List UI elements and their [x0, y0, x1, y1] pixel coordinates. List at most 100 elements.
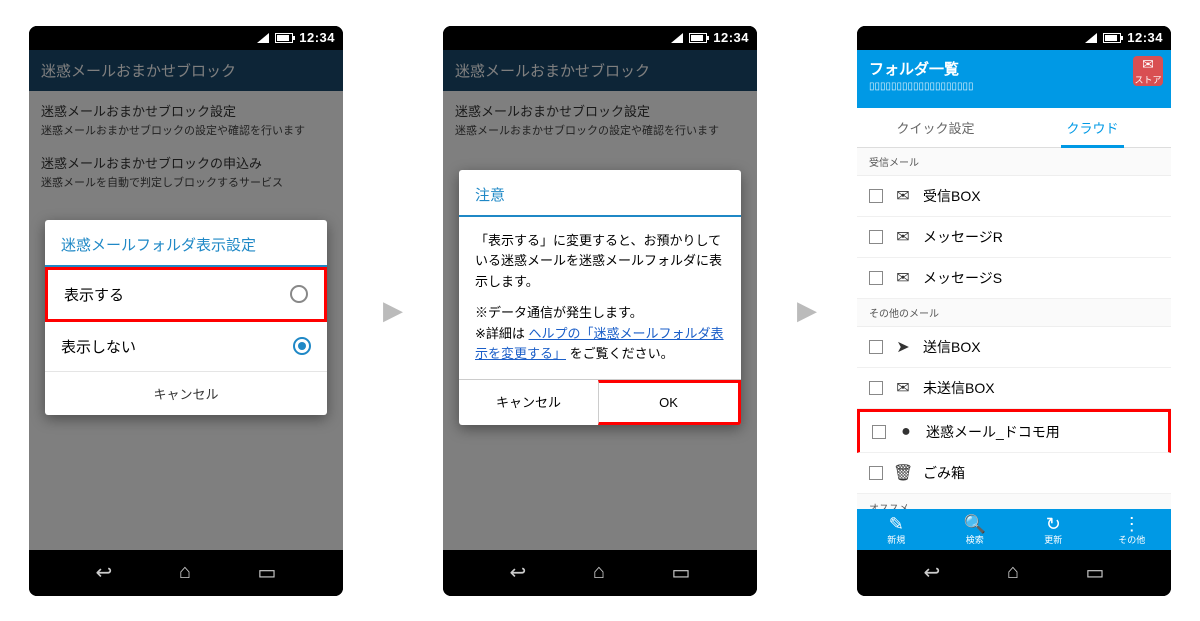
folder-unsent[interactable]: ✉ 未送信BOX: [857, 368, 1171, 409]
envelope-icon: ✉: [893, 268, 913, 288]
dialog-body: 「表示する」に変更すると、お預かりしている迷惑メールを迷惑メールフォルダに表示し…: [459, 217, 741, 380]
bottom-new[interactable]: ✎ 新規: [857, 509, 936, 550]
dialog-actions: キャンセル OK: [459, 379, 741, 425]
dialog-title: 注意: [459, 170, 741, 217]
send-icon: ➤: [893, 337, 913, 357]
store-icon[interactable]: ✉ ストア: [1133, 56, 1163, 86]
android-nav-bar: ↩ ⌂ ▭: [29, 550, 343, 596]
signal-icon: [1085, 33, 1097, 43]
radio-icon: [290, 285, 308, 303]
folder-label: メッセージS: [923, 268, 1002, 288]
option-hide-label: 表示しない: [61, 336, 136, 357]
back-icon[interactable]: ↩: [924, 560, 941, 585]
home-icon[interactable]: ⌂: [179, 561, 191, 584]
phone-1: 12:34 迷惑メールおまかせブロック 迷惑メールおまかせブロック設定 迷惑メー…: [29, 26, 343, 596]
refresh-icon: ↻: [1014, 515, 1093, 533]
draft-icon: ✉: [893, 378, 913, 398]
radio-icon: [293, 337, 311, 355]
more-icon: ⋮: [1093, 515, 1172, 533]
folder-label: メッセージR: [923, 227, 1003, 247]
folder-message-s[interactable]: ✉ メッセージS: [857, 258, 1171, 299]
recent-icon[interactable]: ▭: [672, 560, 691, 585]
folder-spam[interactable]: ● 迷惑メール_ドコモ用: [857, 409, 1171, 453]
screen-3: フォルダ一覧 ▯▯▯▯▯▯▯▯▯▯▯▯▯▯▯▯▯▯▯ ✉ ストア クイック設定 …: [857, 50, 1171, 550]
folder-sent[interactable]: ➤ 送信BOX: [857, 327, 1171, 368]
option-hide[interactable]: 表示しない: [45, 322, 327, 372]
bottom-more[interactable]: ⋮ その他: [1093, 509, 1172, 550]
battery-icon: [275, 33, 293, 43]
tab-cloud[interactable]: クラウド: [1014, 108, 1171, 147]
dialog-body-line1: 「表示する」に変更すると、お預かりしている迷惑メールを迷惑メールフォルダに表示し…: [475, 231, 725, 293]
tab-bar: クイック設定 クラウド: [857, 108, 1171, 148]
status-time: 12:34: [713, 30, 749, 45]
back-icon[interactable]: ↩: [510, 560, 527, 585]
group-received: 受信メール: [857, 148, 1171, 176]
display-setting-dialog: 迷惑メールフォルダ表示設定 表示する 表示しない キャンセル: [45, 220, 327, 415]
bottom-label: 新規: [857, 533, 936, 546]
trash-icon: 🗑: [893, 463, 913, 483]
folder-label: 送信BOX: [923, 337, 981, 357]
dialog-title: 迷惑メールフォルダ表示設定: [45, 220, 327, 267]
signal-icon: [257, 33, 269, 43]
store-label: ストア: [1134, 73, 1161, 86]
folder-trash[interactable]: 🗑 ごみ箱: [857, 453, 1171, 494]
folder-label: 受信BOX: [923, 186, 981, 206]
confirm-dialog: 注意 「表示する」に変更すると、お預かりしている迷惑メールを迷惑メールフォルダに…: [459, 170, 741, 426]
search-icon: 🔍: [936, 515, 1015, 533]
status-bar: 12:34: [443, 26, 757, 50]
envelope-icon: ✉: [893, 227, 913, 247]
folder-label: 迷惑メール_ドコモ用: [926, 422, 1060, 442]
back-icon[interactable]: ↩: [96, 560, 113, 585]
checkbox-icon[interactable]: [869, 466, 883, 480]
battery-icon: [1103, 33, 1121, 43]
checkbox-icon[interactable]: [869, 340, 883, 354]
header-title: フォルダ一覧: [869, 58, 1159, 79]
signal-icon: [671, 33, 683, 43]
spam-icon: ●: [896, 423, 916, 441]
bottom-label: 検索: [936, 533, 1015, 546]
bottom-search[interactable]: 🔍 検索: [936, 509, 1015, 550]
header-subtitle: ▯▯▯▯▯▯▯▯▯▯▯▯▯▯▯▯▯▯▯: [869, 81, 1159, 92]
flow-arrow-icon: ▶: [383, 295, 403, 326]
phone-3: 12:34 フォルダ一覧 ▯▯▯▯▯▯▯▯▯▯▯▯▯▯▯▯▯▯▯ ✉ ストア ク…: [857, 26, 1171, 596]
checkbox-icon[interactable]: [869, 271, 883, 285]
phone-2: 12:34 迷惑メールおまかせブロック 迷惑メールおまかせブロック設定 迷惑メー…: [443, 26, 757, 596]
recent-icon[interactable]: ▭: [1086, 560, 1105, 585]
screen-1: 迷惑メールおまかせブロック 迷惑メールおまかせブロック設定 迷惑メールおまかせブ…: [29, 50, 343, 550]
tab-quick[interactable]: クイック設定: [857, 108, 1014, 147]
battery-icon: [689, 33, 707, 43]
folder-list-header: フォルダ一覧 ▯▯▯▯▯▯▯▯▯▯▯▯▯▯▯▯▯▯▯ ✉ ストア: [857, 50, 1171, 108]
option-show[interactable]: 表示する: [45, 267, 327, 322]
checkbox-icon[interactable]: [869, 381, 883, 395]
recent-icon[interactable]: ▭: [258, 560, 277, 585]
bottom-label: その他: [1093, 533, 1172, 546]
compose-icon: ✎: [857, 515, 936, 533]
inbox-icon: ✉: [893, 186, 913, 206]
status-bar: 12:34: [857, 26, 1171, 50]
home-icon[interactable]: ⌂: [593, 561, 605, 584]
bottom-refresh[interactable]: ↻ 更新: [1014, 509, 1093, 550]
flow-arrow-icon: ▶: [797, 295, 817, 326]
status-time: 12:34: [1127, 30, 1163, 45]
ok-button[interactable]: OK: [598, 380, 741, 425]
cancel-button[interactable]: キャンセル: [45, 372, 327, 415]
home-icon[interactable]: ⌂: [1007, 561, 1019, 584]
checkbox-icon[interactable]: [869, 230, 883, 244]
checkbox-icon[interactable]: [869, 189, 883, 203]
checkbox-icon[interactable]: [872, 425, 886, 439]
folder-label: ごみ箱: [923, 463, 965, 483]
folder-inbox[interactable]: ✉ 受信BOX: [857, 176, 1171, 217]
cancel-button[interactable]: キャンセル: [459, 380, 598, 425]
android-nav-bar: ↩ ⌂ ▭: [443, 550, 757, 596]
folder-message-r[interactable]: ✉ メッセージR: [857, 217, 1171, 258]
status-bar: 12:34: [29, 26, 343, 50]
screen-2: 迷惑メールおまかせブロック 迷惑メールおまかせブロック設定 迷惑メールおまかせブ…: [443, 50, 757, 550]
option-show-label: 表示する: [64, 284, 124, 305]
android-nav-bar: ↩ ⌂ ▭: [857, 550, 1171, 596]
bottom-bar: ✎ 新規 🔍 検索 ↻ 更新 ⋮ その他: [857, 509, 1171, 550]
status-time: 12:34: [299, 30, 335, 45]
bottom-label: 更新: [1014, 533, 1093, 546]
group-other: その他のメール: [857, 299, 1171, 327]
folder-label: 未送信BOX: [923, 378, 995, 398]
dialog-body-line2b: をご覧ください。: [570, 346, 674, 361]
